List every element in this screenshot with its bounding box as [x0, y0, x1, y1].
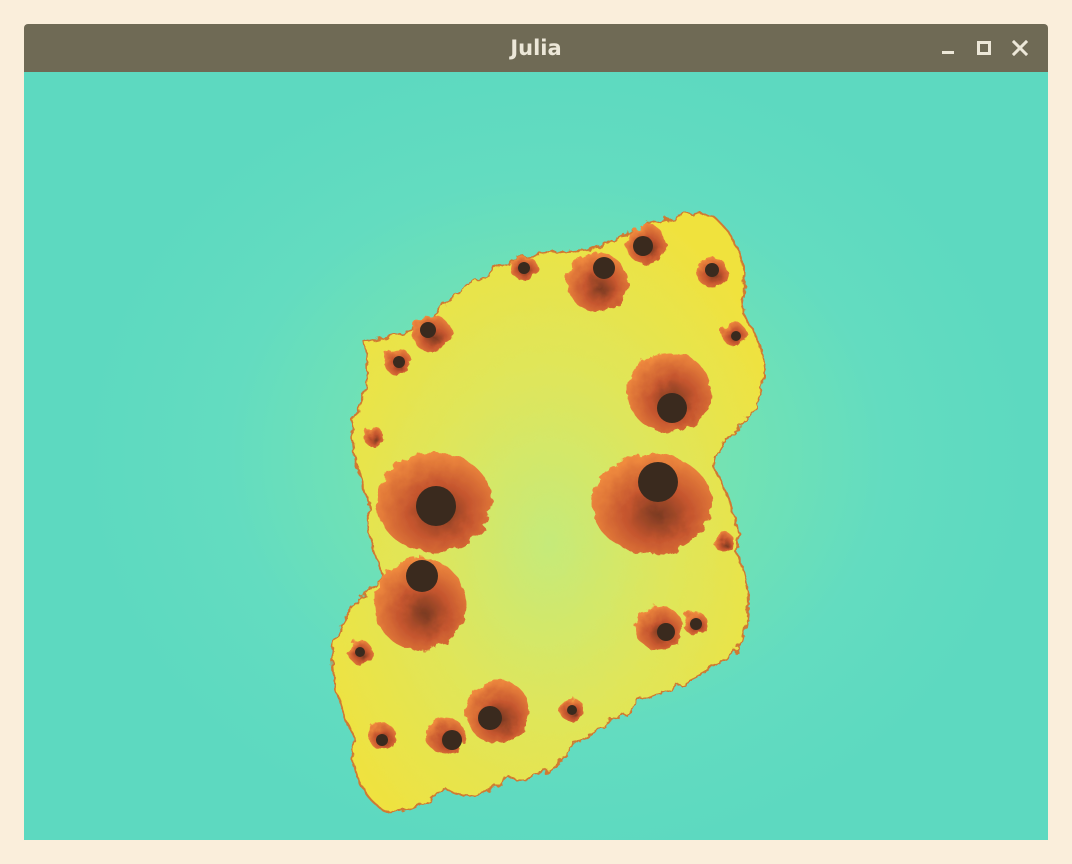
titlebar[interactable]: Julia [24, 24, 1048, 72]
app-window: Julia [24, 24, 1048, 840]
maximize-button[interactable] [966, 30, 1002, 66]
fractal-canvas[interactable] [24, 72, 1048, 840]
close-button[interactable] [1002, 30, 1038, 66]
maximize-icon [977, 41, 991, 55]
window-controls [930, 24, 1038, 72]
close-icon [1012, 40, 1028, 56]
minimize-button[interactable] [930, 30, 966, 66]
window-title: Julia [510, 36, 562, 60]
julia-set-render [331, 212, 765, 814]
minimize-icon [942, 51, 954, 54]
